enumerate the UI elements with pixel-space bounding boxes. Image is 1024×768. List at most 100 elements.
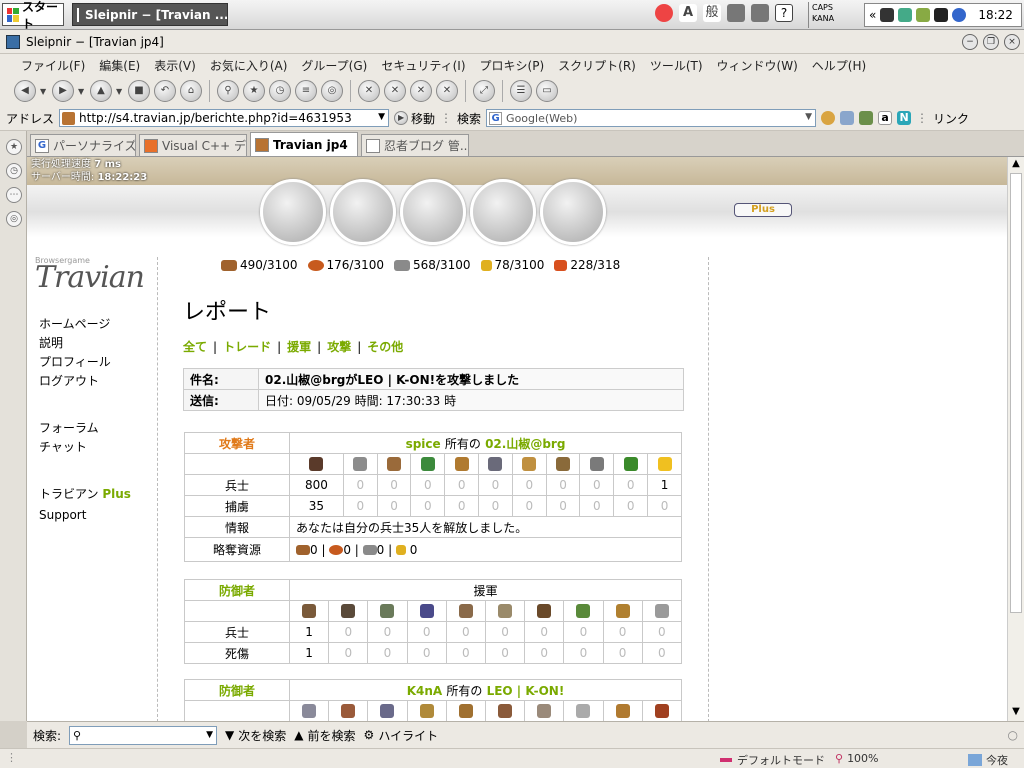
- reports-icon[interactable]: [540, 179, 606, 245]
- menu-support[interactable]: Support: [39, 506, 131, 525]
- ime-kanji-icon[interactable]: 般: [703, 4, 721, 22]
- rss-icon[interactable]: ◎: [321, 80, 343, 102]
- tool-icon[interactable]: [916, 8, 931, 22]
- chevron-down-icon[interactable]: ▼: [805, 112, 812, 122]
- village-overview-icon[interactable]: [260, 179, 326, 245]
- zoom-indicator[interactable]: ⚲ 100%: [835, 752, 879, 765]
- back-dropdown-icon[interactable]: ▼: [40, 87, 48, 96]
- menu-tools[interactable]: ツール(T): [643, 57, 710, 74]
- close-tab-icon[interactable]: ✕: [358, 80, 380, 102]
- attacker-village[interactable]: 02.山椒@brg: [485, 437, 565, 451]
- highlight-button[interactable]: ⚙ ハイライト: [364, 727, 439, 744]
- filter-reinforcement[interactable]: 援軍: [287, 338, 311, 355]
- statistics-icon[interactable]: [470, 179, 536, 245]
- amazon-icon[interactable]: a: [878, 111, 893, 125]
- close-left-icon[interactable]: ✕: [410, 80, 432, 102]
- favorites-icon[interactable]: ★: [243, 80, 265, 102]
- reload-icon[interactable]: ↶: [154, 80, 176, 102]
- menu-profile[interactable]: プロフィール: [39, 353, 131, 372]
- go-button[interactable]: ▶ 移動: [394, 110, 435, 127]
- menu-help[interactable]: ヘルプ(H): [805, 57, 873, 74]
- up-icon[interactable]: ▲: [90, 80, 112, 102]
- menu-logout[interactable]: ログアウト: [39, 372, 131, 391]
- plus-button[interactable]: Plus: [734, 203, 792, 217]
- groups-icon[interactable]: ≡: [295, 80, 317, 102]
- map-icon[interactable]: [400, 179, 466, 245]
- filter-trade[interactable]: トレード: [223, 338, 271, 355]
- history-icon[interactable]: ◷: [269, 80, 291, 102]
- n-search-icon[interactable]: N: [897, 111, 912, 125]
- forward-dropdown-icon[interactable]: ▼: [78, 87, 86, 96]
- ime-book-icon[interactable]: [727, 4, 745, 22]
- attacker-player[interactable]: spice: [406, 437, 441, 451]
- tab-visual-cpp[interactable]: Visual C++ デ...: [139, 134, 247, 156]
- home-icon[interactable]: ⌂: [180, 80, 202, 102]
- stop-icon[interactable]: ■: [128, 80, 150, 102]
- vertical-scrollbar[interactable]: ▲ ▼: [1007, 157, 1024, 721]
- filter-other[interactable]: その他: [367, 338, 403, 355]
- restore-icon[interactable]: ❐: [983, 34, 999, 50]
- printer-icon[interactable]: [880, 8, 895, 22]
- scroll-up-icon[interactable]: ▲: [1009, 157, 1023, 171]
- menu-homepage[interactable]: ホームページ: [39, 315, 131, 334]
- fullscreen-icon[interactable]: ⤢: [473, 80, 495, 102]
- close-icon[interactable]: ×: [1004, 34, 1020, 50]
- tab-personalized[interactable]: G パーソナライズド...: [30, 134, 136, 156]
- ime-mode-icon[interactable]: A: [679, 4, 697, 22]
- menu-view[interactable]: 表示(V): [147, 57, 203, 74]
- menu-group[interactable]: グループ(G): [294, 57, 374, 74]
- search-engine-input[interactable]: G Google(Web) ▼: [486, 109, 817, 127]
- menu-script[interactable]: スクリプト(R): [551, 57, 643, 74]
- scroll-thumb[interactable]: [1010, 173, 1022, 613]
- search-go-icon[interactable]: [821, 111, 836, 125]
- scroll-down-icon[interactable]: ▼: [1009, 705, 1023, 719]
- menu-forum[interactable]: フォーラム: [39, 419, 131, 438]
- search-icon[interactable]: ⚲: [217, 80, 239, 102]
- findbar-close-icon[interactable]: ○: [1008, 728, 1018, 742]
- ime-record-icon[interactable]: [655, 4, 673, 22]
- links-label[interactable]: リンク: [933, 110, 969, 127]
- taskbar-window-button[interactable]: Sleipnir − [Travian ...: [72, 3, 228, 26]
- favorites-panel-icon[interactable]: ★: [6, 139, 22, 155]
- find-prev-button[interactable]: ▲ 前を検索: [294, 727, 355, 744]
- find-input[interactable]: ⚲ ▼: [69, 725, 218, 745]
- start-button[interactable]: スタート: [2, 0, 64, 31]
- menu-travian-plus[interactable]: トラビアン Plus: [39, 485, 131, 504]
- menu-security[interactable]: セキュリティ(I): [374, 57, 472, 74]
- rss-panel-icon[interactable]: ◎: [6, 211, 22, 227]
- close-all-icon[interactable]: ✕: [384, 80, 406, 102]
- window-icon[interactable]: ▭: [536, 80, 558, 102]
- panel-icon[interactable]: ☰: [510, 80, 532, 102]
- forward-icon[interactable]: ▶: [52, 80, 74, 102]
- weather-widget[interactable]: 今夜: [968, 752, 1008, 768]
- tab-travian[interactable]: Travian jp4: [250, 132, 358, 156]
- defender-player[interactable]: K4nA: [407, 684, 442, 698]
- back-icon[interactable]: ◀: [14, 80, 36, 102]
- minimize-icon[interactable]: −: [962, 34, 978, 50]
- menu-window[interactable]: ウィンドウ(W): [710, 57, 805, 74]
- chevron-down-icon[interactable]: ▼: [206, 730, 213, 740]
- group-panel-icon[interactable]: ⋯: [6, 187, 22, 203]
- menu-favorites[interactable]: お気に入り(A): [203, 57, 295, 74]
- bluetooth-icon[interactable]: [952, 8, 967, 22]
- url-input[interactable]: http://s4.travian.jp/berichte.php?id=463…: [59, 109, 390, 127]
- filter-attack[interactable]: 攻撃: [327, 338, 351, 355]
- chevron-down-icon[interactable]: ▼: [378, 112, 385, 122]
- ime-help-icon[interactable]: ?: [775, 4, 793, 22]
- menu-proxy[interactable]: プロキシ(P): [473, 57, 552, 74]
- tab-ninja-blog[interactable]: 忍者ブログ 管...: [361, 134, 469, 156]
- ime-tool-icon[interactable]: [751, 4, 769, 22]
- menu-chat[interactable]: チャット: [39, 438, 131, 457]
- up-dropdown-icon[interactable]: ▼: [116, 87, 124, 96]
- history-panel-icon[interactable]: ◷: [6, 163, 22, 179]
- network-icon[interactable]: [898, 8, 913, 22]
- signal-icon[interactable]: [934, 8, 949, 22]
- defender-village[interactable]: LEO | K-ON!: [487, 684, 565, 698]
- menu-edit[interactable]: 編集(E): [92, 57, 147, 74]
- highlight-pen-icon[interactable]: [859, 111, 874, 125]
- display-mode[interactable]: デフォルトモード: [720, 752, 825, 768]
- menu-file[interactable]: ファイル(F): [14, 57, 92, 74]
- tray-expand-icon[interactable]: «: [869, 8, 876, 22]
- close-right-icon[interactable]: ✕: [436, 80, 458, 102]
- find-next-button[interactable]: ▼ 次を検索: [225, 727, 286, 744]
